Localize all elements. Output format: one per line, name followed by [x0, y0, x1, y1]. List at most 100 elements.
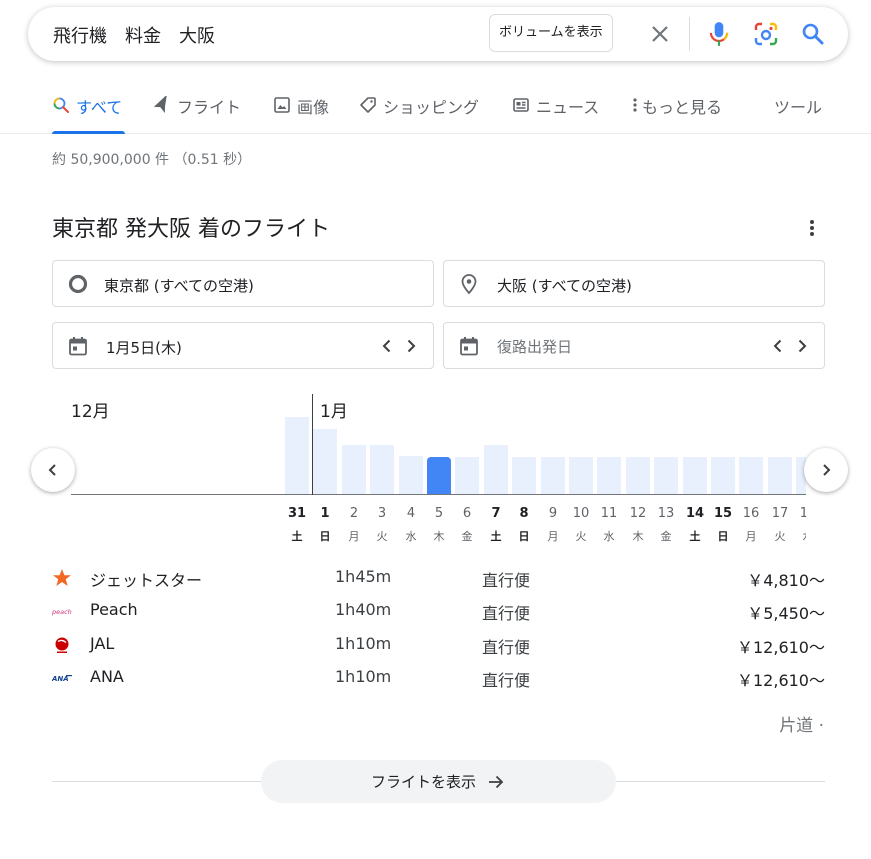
airline-row[interactable]: JAL 1h10m 直行便 ￥12,610〜	[52, 630, 825, 660]
day-number-label: 1	[320, 506, 330, 521]
price-bar[interactable]	[285, 417, 309, 494]
tag-icon	[360, 97, 376, 113]
google-lens-icon[interactable]	[753, 21, 779, 47]
price-bar[interactable]	[342, 445, 366, 494]
jetstar-logo-icon	[53, 569, 71, 586]
tab-news[interactable]: ニュース	[512, 94, 599, 134]
price-bar-selected[interactable]	[427, 457, 451, 494]
origin-circle-icon	[68, 274, 88, 294]
chevron-right-icon	[823, 464, 831, 476]
origin-value: 東京都 (すべての空港)	[104, 277, 254, 295]
price-bar[interactable]	[683, 457, 707, 494]
calendar-icon	[69, 337, 87, 356]
flight-stops: 直行便	[482, 671, 531, 690]
chevron-left-icon[interactable]	[377, 336, 397, 356]
price-bar[interactable]	[654, 457, 678, 494]
tab-more[interactable]: もっと見る	[630, 94, 722, 134]
weekday-label: 水	[794, 528, 807, 544]
flight-duration: 1h45m	[335, 567, 392, 586]
weekday-label: 火	[575, 530, 587, 543]
chart-next-button[interactable]	[804, 448, 848, 492]
tab-shopping[interactable]: ショッピング	[359, 94, 479, 134]
weekday-label: 月	[348, 530, 360, 543]
price-calendar-chart: 31 土 1 日 2 月 3 火 4 水 5 木 6 金 7 土 8 日 9 月 10 火 11 水 12 木 13 金 14 土 15 日 1…	[0, 380, 806, 550]
weekday-label: 火	[376, 530, 388, 543]
tab-images[interactable]: 画像	[273, 94, 329, 134]
weekday-label: 土	[689, 530, 701, 543]
tab-label: ショッピング	[383, 98, 480, 117]
tab-label: すべて	[76, 98, 123, 117]
tab-all[interactable]: すべて	[52, 94, 125, 134]
airline-row[interactable]: peach Peach 1h40m 直行便 ￥5,450〜	[52, 596, 825, 626]
clear-icon[interactable]	[648, 22, 672, 46]
weekday-label: 月	[745, 530, 757, 543]
price-bar[interactable]	[768, 457, 792, 494]
return-date-placeholder: 復路出発日	[497, 338, 573, 356]
day-number-label: 12	[629, 506, 647, 521]
day-number-label: 11	[600, 506, 618, 521]
tab-flights[interactable]: フライト	[153, 94, 241, 134]
day-number-label: 15	[713, 506, 733, 521]
weekday-label: 水	[603, 530, 615, 543]
price-bar[interactable]	[484, 445, 508, 494]
chevron-right-icon[interactable]	[401, 336, 421, 356]
airline-name: JAL	[90, 634, 115, 653]
day-number-label: 2	[349, 506, 359, 521]
destination-field[interactable]: 大阪 (すべての空港)	[443, 260, 825, 307]
flight-stops: 直行便	[482, 604, 531, 623]
chart-prev-button[interactable]	[31, 448, 75, 492]
price-bar[interactable]	[597, 457, 621, 494]
calendar-icon	[460, 337, 478, 356]
price-bar[interactable]	[739, 457, 763, 494]
origin-field[interactable]: 東京都 (すべての空港)	[52, 260, 434, 307]
airline-row[interactable]: ジェットスター 1h45m 直行便 ￥4,810〜	[52, 563, 825, 593]
airplane-icon	[153, 96, 167, 113]
tab-label: 画像	[297, 98, 330, 117]
peach-logo-icon: peach	[52, 608, 72, 616]
flight-price: ￥4,810〜	[747, 571, 825, 590]
return-date-field[interactable]: 復路出発日	[443, 322, 825, 369]
search-icon[interactable]	[800, 21, 826, 47]
day-number-label: 5	[434, 506, 444, 521]
weekday-label: 火	[774, 530, 786, 543]
flight-stops: 直行便	[482, 571, 531, 590]
day-number-label: 4	[406, 506, 416, 521]
price-bar[interactable]	[626, 457, 650, 494]
flight-duration: 1h40m	[335, 600, 392, 619]
weekday-label: 日	[717, 530, 729, 543]
weekday-label: 金	[660, 530, 672, 543]
flight-price: ￥12,610〜	[737, 671, 825, 690]
destination-value: 大阪 (すべての空港)	[497, 277, 632, 295]
show-flights-label: フライトを表示	[370, 773, 476, 791]
price-bar[interactable]	[313, 429, 337, 494]
tab-tools[interactable]: ツール	[774, 94, 822, 134]
news-icon	[513, 98, 529, 112]
search-input[interactable]: 飛行機 料金 大阪	[53, 22, 215, 48]
show-volume-button[interactable]: ボリュームを表示	[489, 14, 613, 52]
price-bar[interactable]	[569, 457, 593, 494]
microphone-icon[interactable]	[706, 20, 732, 48]
weekday-label: 土	[291, 530, 303, 543]
chevron-right-icon[interactable]	[792, 336, 812, 356]
tab-label: ツール	[774, 98, 823, 117]
depart-date-field[interactable]: 1月5日(木)	[52, 322, 434, 369]
ana-logo-icon: ANA	[52, 675, 72, 683]
price-bar[interactable]	[541, 457, 565, 494]
svg-text:peach: peach	[52, 608, 72, 616]
price-bar[interactable]	[455, 457, 479, 494]
day-number-label: 16	[742, 506, 760, 521]
trip-type-label[interactable]: 片道 ·	[779, 711, 824, 736]
image-icon	[274, 97, 290, 113]
day-number-label: 13	[657, 506, 675, 521]
price-bar[interactable]	[399, 456, 423, 494]
price-bar[interactable]	[370, 445, 394, 494]
more-options-icon[interactable]	[803, 218, 821, 238]
show-flights-button[interactable]: フライトを表示	[261, 760, 616, 803]
search-bar: 飛行機 料金 大阪 ボリュームを表示	[28, 7, 848, 61]
chevron-left-icon[interactable]	[768, 336, 788, 356]
price-bar[interactable]	[711, 457, 735, 494]
price-bar[interactable]	[512, 457, 536, 494]
chart-baseline	[71, 494, 806, 495]
airline-row[interactable]: ANA ANA 1h10m 直行便 ￥12,610〜	[52, 663, 825, 693]
day-number-label: 7	[491, 506, 501, 521]
